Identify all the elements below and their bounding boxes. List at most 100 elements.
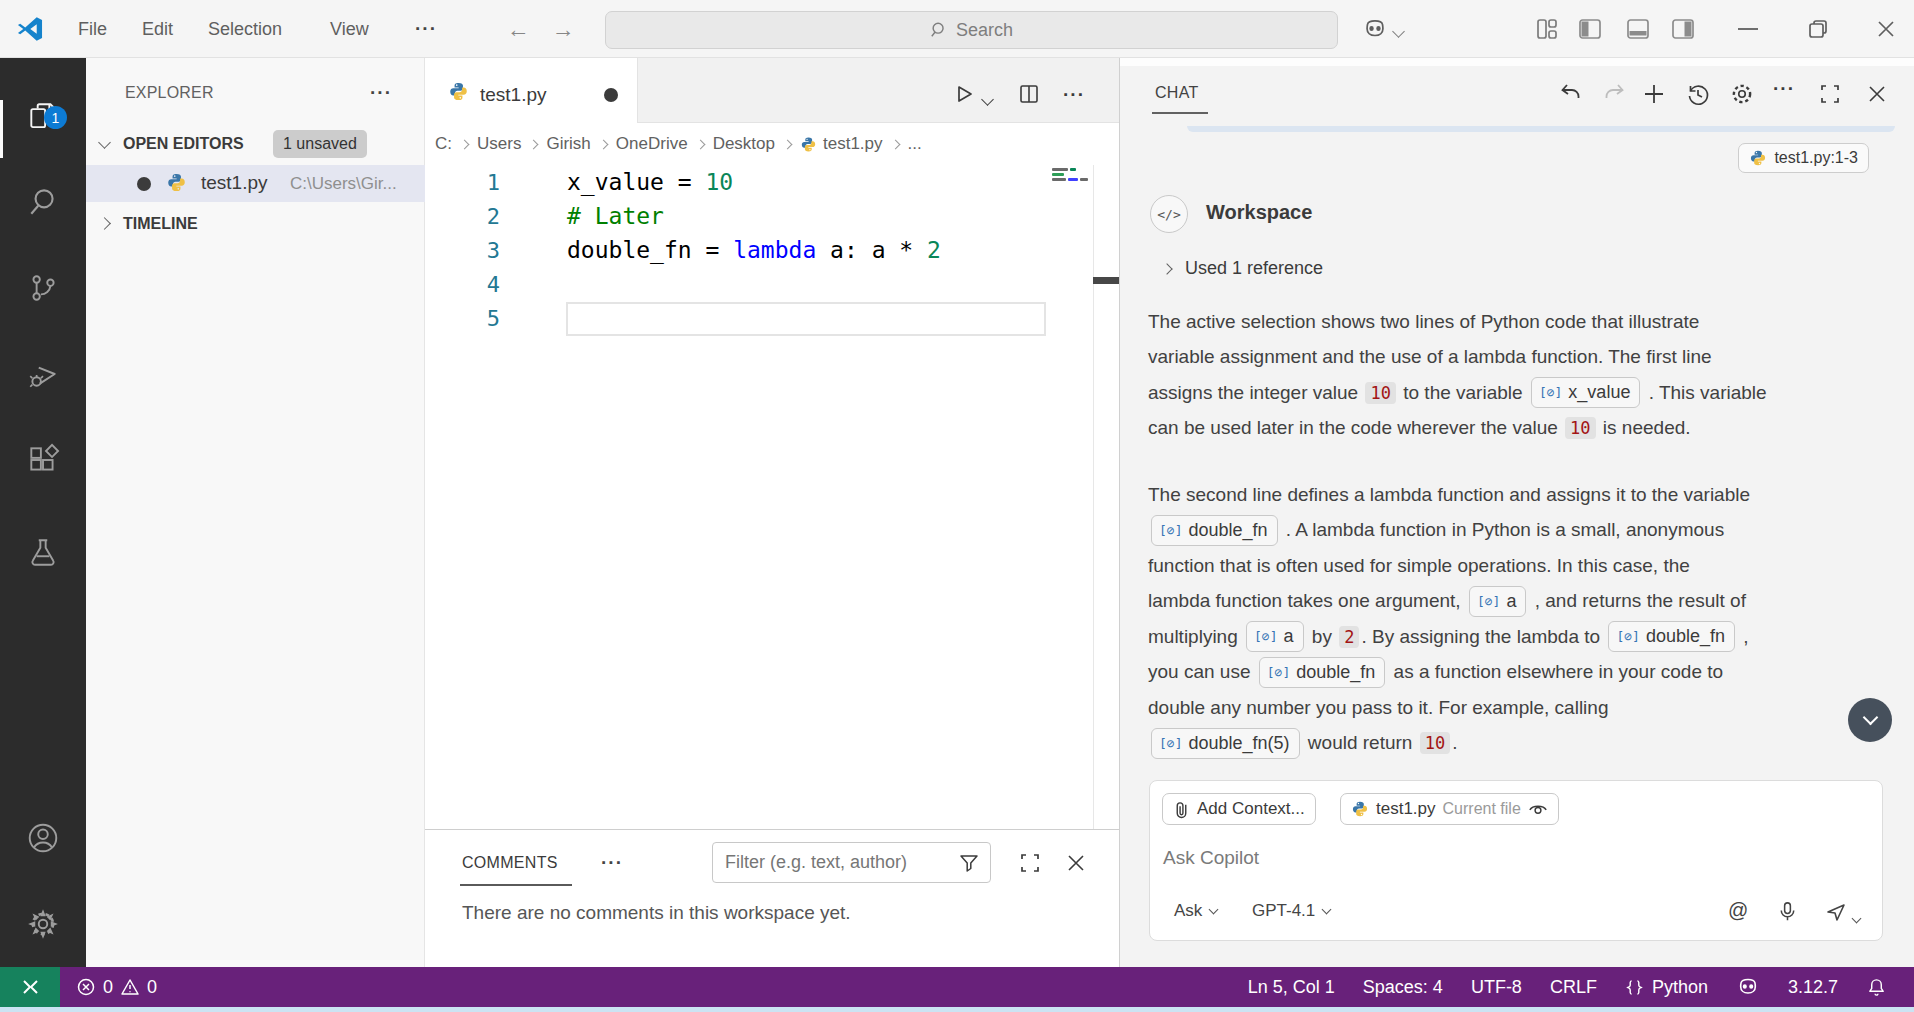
scroll-to-bottom-button[interactable] (1848, 698, 1892, 742)
eye-icon[interactable] (1528, 801, 1548, 817)
redo-icon[interactable] (1602, 81, 1628, 107)
account-icon[interactable] (0, 802, 86, 874)
copilot-status-icon[interactable] (1736, 975, 1760, 999)
breadcrumb-item[interactable]: Girish (546, 134, 590, 154)
used-references-toggle[interactable]: Used 1 reference (1163, 258, 1323, 279)
python-version[interactable]: 3.12.7 (1788, 977, 1838, 998)
chat-settings-gear-icon[interactable] (1729, 81, 1755, 107)
timeline-header[interactable]: TIMELINE (86, 210, 424, 240)
encoding[interactable]: UTF-8 (1471, 977, 1522, 998)
braces-icon (1625, 978, 1644, 997)
sidebar-item-testing[interactable] (0, 516, 86, 588)
chevron-down-icon (98, 136, 111, 149)
nav-forward-icon[interactable]: → (550, 14, 576, 44)
send-icon[interactable] (1824, 900, 1848, 924)
toggle-secondary-sidebar-icon[interactable] (1670, 16, 1696, 42)
copilot-icon[interactable] (1362, 16, 1388, 42)
comments-filter-input[interactable]: Filter (e.g. text, author) (712, 842, 991, 883)
explorer-more-actions-icon[interactable]: ··· (370, 82, 392, 104)
code-line[interactable]: 1x_value = 10 (425, 165, 1119, 199)
maximize-panel-icon[interactable] (1017, 850, 1043, 876)
eol-sequence[interactable]: CRLF (1550, 977, 1597, 998)
minimize-button[interactable] (1735, 27, 1761, 53)
nav-back-icon[interactable]: ← (505, 14, 531, 44)
editor-more-actions-icon[interactable]: ··· (1063, 84, 1085, 106)
code-line[interactable]: 2# Later (425, 199, 1119, 233)
language-mode[interactable]: Python (1625, 977, 1708, 998)
code-line[interactable]: 4 (425, 267, 1119, 301)
current-file-chip[interactable]: test1.py Current file (1340, 793, 1559, 825)
line-number: 3 (425, 238, 500, 263)
sidebar-item-explorer[interactable] (0, 80, 86, 152)
restore-button[interactable] (1805, 16, 1831, 42)
notifications-bell-icon[interactable] (1866, 977, 1887, 998)
run-button[interactable] (952, 82, 976, 106)
breadcrumb-item[interactable]: OneDrive (616, 134, 688, 154)
line-number: 1 (425, 170, 500, 195)
symbol-chip[interactable]: [⊘]double_fn (1259, 657, 1386, 688)
modified-dot-icon[interactable] (137, 177, 151, 191)
mic-icon[interactable] (1776, 900, 1800, 924)
menu-view[interactable]: View (330, 0, 369, 58)
breadcrumb-item[interactable]: ... (908, 134, 922, 154)
close-window-button[interactable] (1873, 16, 1899, 42)
sidebar-item-search[interactable] (0, 166, 86, 238)
symbol-chip[interactable]: [⊘]double_fn (1151, 515, 1278, 546)
open-editor-item[interactable]: test1.py C:\Users\Gir... (86, 165, 425, 202)
cursor-position[interactable]: Ln 5, Col 1 (1248, 977, 1335, 998)
comments-more-actions-icon[interactable]: ··· (601, 852, 623, 874)
symbol-chip[interactable]: [⊘]double_fn(5) (1151, 728, 1300, 759)
tab-test1py[interactable]: test1.py (425, 58, 638, 123)
problems-status[interactable]: 0 0 (76, 967, 157, 1007)
comments-panel-title[interactable]: COMMENTS (462, 854, 558, 872)
mention-icon[interactable]: @ (1728, 899, 1752, 923)
history-icon[interactable] (1685, 81, 1711, 107)
new-chat-icon[interactable] (1641, 81, 1667, 107)
code-line[interactable]: 3double_fn = lambda a: a * 2 (425, 233, 1119, 267)
reference-chip[interactable]: test1.py:1-3 (1738, 143, 1869, 173)
breadcrumb-item[interactable]: test1.py (823, 134, 883, 154)
breadcrumbs[interactable]: C: Users Girish OneDrive Desktop test1.py... (425, 123, 1119, 165)
chevron-down-icon (1862, 710, 1878, 726)
chat-more-actions-icon[interactable]: ··· (1773, 78, 1799, 104)
chat-panel-title[interactable]: CHAT (1155, 84, 1199, 102)
symbol-chip[interactable]: [⊘]a (1469, 586, 1527, 617)
sidebar-item-extensions[interactable] (0, 424, 86, 496)
open-editors-header[interactable]: OPEN EDITORS 1 unsaved (86, 130, 424, 160)
toggle-panel-icon[interactable] (1625, 16, 1651, 42)
toggle-sidebar-icon[interactable] (1577, 16, 1603, 42)
menu-file[interactable]: File (78, 0, 107, 58)
indentation[interactable]: Spaces: 4 (1363, 977, 1443, 998)
close-chat-icon[interactable] (1864, 81, 1890, 107)
breadcrumb-item[interactable]: Users (477, 134, 521, 154)
search-input[interactable]: Search (605, 11, 1338, 49)
close-panel-icon[interactable] (1063, 850, 1089, 876)
customize-layout-icon[interactable] (1534, 16, 1560, 42)
symbol-chip[interactable]: [⊘]a (1246, 621, 1304, 652)
menu-more-icon[interactable]: ··· (415, 0, 437, 58)
symbol-chip[interactable]: [⊘]x_value (1531, 377, 1641, 408)
minimap[interactable] (1052, 168, 1090, 183)
settings-gear-icon[interactable] (0, 888, 86, 960)
chat-input-box[interactable]: Add Context... test1.py Current file Ask… (1149, 780, 1883, 941)
sidebar-item-source-control[interactable] (0, 252, 86, 324)
mode-selector[interactable]: Ask (1174, 901, 1217, 921)
undo-icon[interactable] (1557, 81, 1583, 107)
sidebar-item-run-debug[interactable] (0, 338, 86, 410)
run-dropdown-icon[interactable] (983, 90, 992, 108)
add-context-button[interactable]: Add Context... (1162, 793, 1316, 825)
maximize-chat-icon[interactable] (1817, 81, 1843, 107)
split-editor-icon[interactable] (1017, 82, 1041, 106)
send-dropdown-icon[interactable] (1853, 908, 1877, 932)
filter-icon[interactable] (958, 852, 980, 874)
copilot-dropdown-icon[interactable] (1394, 22, 1420, 48)
breadcrumb-item[interactable]: Desktop (713, 134, 775, 154)
code-editor[interactable]: 1x_value = 102# Later3double_fn = lambda… (425, 165, 1119, 829)
menu-edit[interactable]: Edit (142, 0, 173, 58)
remote-indicator[interactable] (0, 967, 60, 1007)
breadcrumb-item[interactable]: C: (435, 134, 452, 154)
menu-selection[interactable]: Selection (208, 0, 282, 58)
unsaved-dot-icon[interactable] (604, 88, 618, 102)
model-selector[interactable]: GPT-4.1 (1252, 901, 1330, 921)
symbol-chip[interactable]: [⊘]double_fn (1608, 621, 1735, 652)
